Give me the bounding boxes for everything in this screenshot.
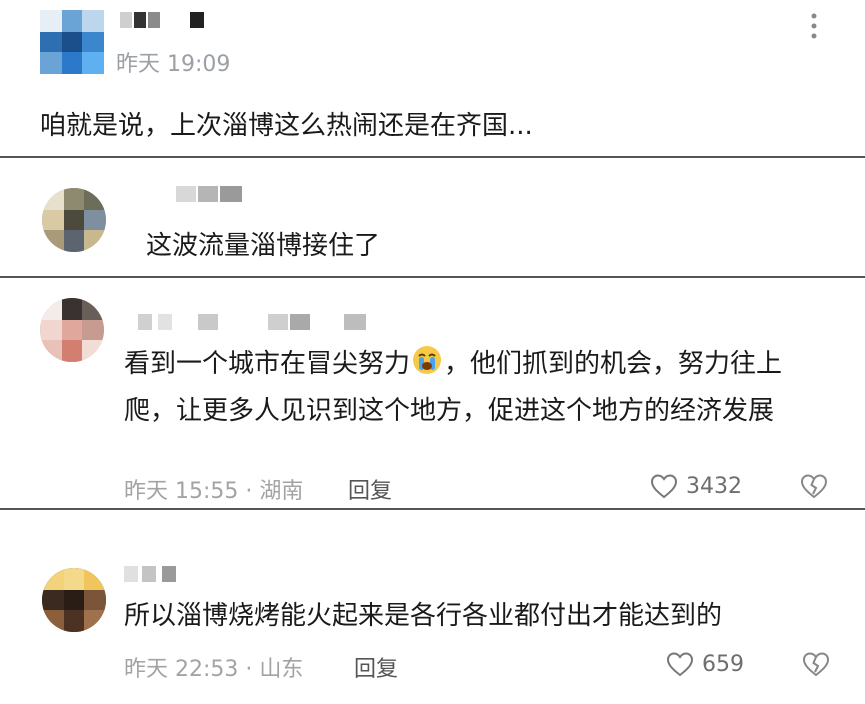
reply-button[interactable]: 回复 — [348, 473, 392, 505]
comment-content: 这波流量淄博接住了 — [146, 231, 381, 261]
comment-meta: 昨天 15:55 · 湖南 — [124, 479, 304, 504]
comment-text-part1: 看到一个城市在冒尖努力 — [124, 349, 411, 379]
reply-button[interactable]: 回复 — [354, 651, 398, 683]
like-button[interactable]: 3432 — [650, 473, 742, 499]
avatar[interactable] — [40, 10, 104, 74]
avatar[interactable] — [40, 298, 104, 362]
username[interactable] — [120, 12, 210, 28]
post-time: 昨天 19:09 — [116, 52, 231, 77]
comment-card: 看到一个城市在冒尖努力 ，他们抓到的机会，努力往上爬，让更多人见识到这个地方，促… — [0, 280, 865, 510]
comment-content: 看到一个城市在冒尖努力 ，他们抓到的机会，努力往上爬，让更多人见识到这个地方，促… — [124, 342, 824, 433]
more-options-icon[interactable] — [806, 12, 822, 44]
like-count: 659 — [702, 651, 744, 677]
heart-icon — [650, 473, 678, 499]
username[interactable] — [176, 186, 246, 202]
heart-icon — [666, 651, 694, 677]
comment-card: 这波流量淄博接住了 — [0, 160, 865, 278]
dislike-icon[interactable] — [800, 473, 828, 499]
like-button[interactable]: 659 — [666, 651, 744, 677]
post-card: 昨天 19:09 咱就是说，上次淄博这么热闹还是在齐国... — [0, 0, 865, 158]
comment-content: 所以淄博烧烤能火起来是各行各业都付出才能达到的 — [124, 601, 723, 631]
username[interactable] — [124, 566, 184, 582]
dislike-icon[interactable] — [802, 651, 830, 677]
username[interactable] — [138, 314, 368, 330]
comment-card: 所以淄博烧烤能火起来是各行各业都付出才能达到的 昨天 22:53 · 山东 回复… — [0, 512, 865, 704]
comment-meta: 昨天 22:53 · 山东 — [124, 657, 304, 682]
avatar[interactable] — [42, 188, 106, 252]
avatar[interactable] — [42, 568, 106, 632]
crying-face-icon — [412, 345, 442, 389]
like-count: 3432 — [686, 473, 742, 499]
post-content: 咱就是说，上次淄博这么热闹还是在齐国... — [40, 111, 533, 141]
